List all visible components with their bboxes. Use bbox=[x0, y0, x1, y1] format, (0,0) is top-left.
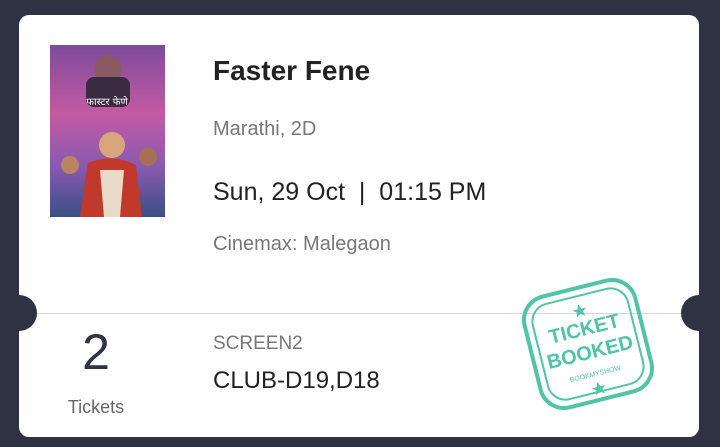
ticket-count: 2 bbox=[82, 324, 110, 380]
star-icon bbox=[572, 304, 587, 318]
ticket-count-label: Tickets bbox=[67, 397, 125, 417]
movie-showtime: Sun, 29 Oct | 01:15 PM bbox=[213, 178, 487, 206]
ticket-card[interactable]: फास्टर फेणे Faster Fene Marathi, 2D Sun,… bbox=[19, 15, 699, 437]
movie-language-format: Marathi, 2D bbox=[213, 118, 317, 140]
ticket-notch-right bbox=[681, 295, 699, 331]
poster-title: फास्टर फेणे bbox=[86, 96, 128, 108]
movie-poster[interactable]: फास्टर फेणे bbox=[50, 45, 165, 217]
seat-numbers: CLUB-D19,D18 bbox=[213, 367, 380, 394]
poster-artwork: फास्टर फेणे bbox=[50, 45, 165, 217]
screen-number: SCREEN2 bbox=[213, 333, 303, 354]
ticket-booked-stamp: TICKET BOOKED BOOKMYSHOW bbox=[521, 277, 655, 411]
movie-title: Faster Fene bbox=[213, 55, 371, 86]
stamp-brand: BOOKMYSHOW bbox=[569, 365, 622, 385]
cinema-name: Cinemax: Malegaon bbox=[213, 233, 391, 255]
ticket-notch-left bbox=[19, 295, 37, 331]
